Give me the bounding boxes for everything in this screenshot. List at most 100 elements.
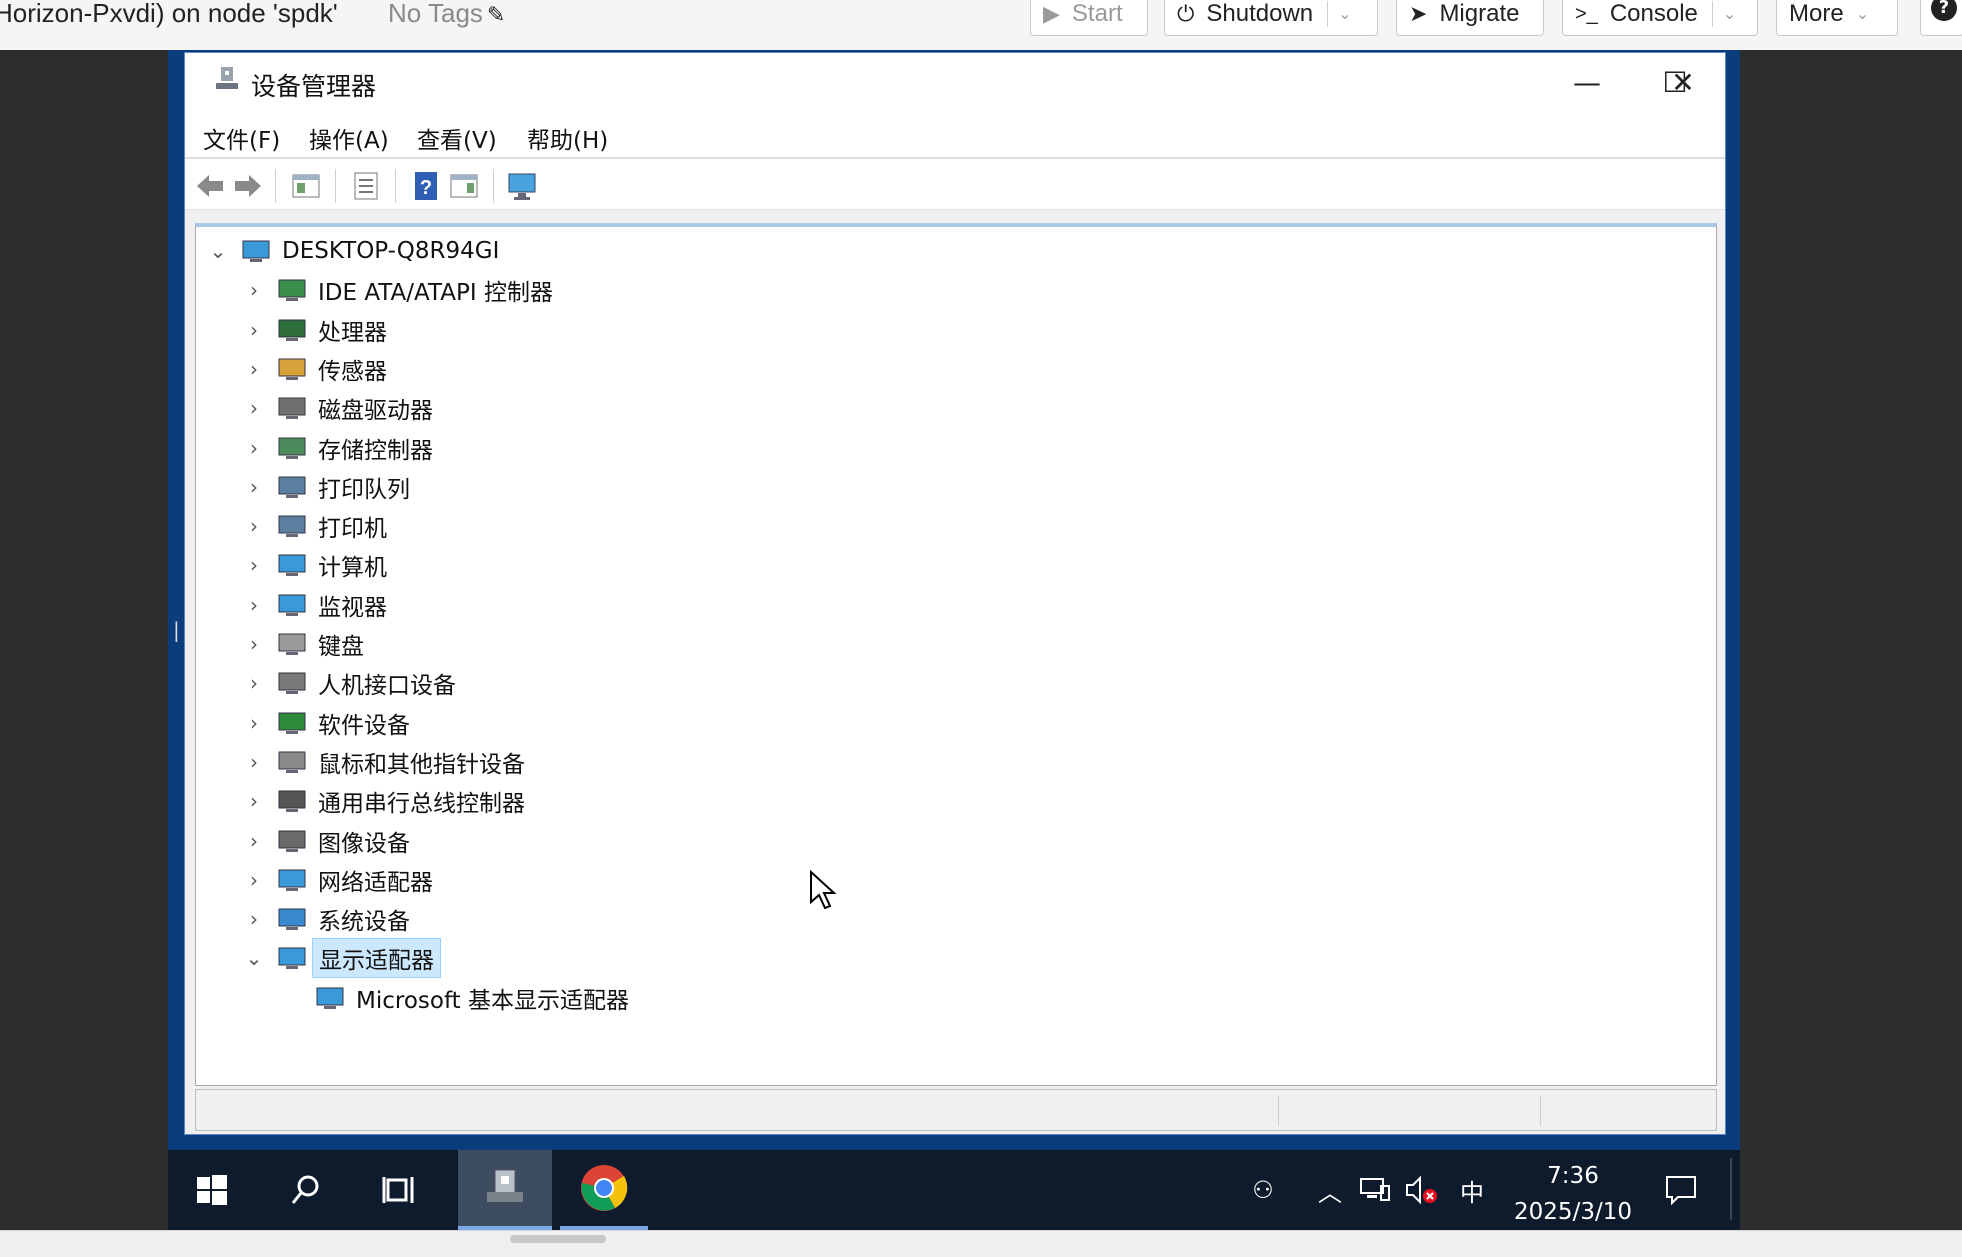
tree-category-node[interactable]: ⌄ 显示适配器 bbox=[240, 938, 441, 979]
menu-view[interactable]: 查看(V) bbox=[417, 121, 497, 155]
tree-category-node[interactable]: › 计算机 bbox=[240, 547, 393, 583]
chevron-right-icon[interactable]: › bbox=[240, 436, 268, 460]
start-menu-button[interactable] bbox=[168, 1150, 256, 1230]
page-scrollbar[interactable] bbox=[0, 1230, 1962, 1257]
title-bar[interactable]: 设备管理器 — ☐ bbox=[185, 53, 1725, 111]
clock[interactable]: 7:36 2025/3/10 bbox=[1508, 1158, 1638, 1230]
back-icon[interactable] bbox=[193, 169, 227, 203]
mouse-cursor-icon bbox=[810, 870, 837, 910]
keyboard-icon bbox=[278, 633, 306, 655]
chevron-down-icon[interactable]: ⌄ bbox=[204, 239, 232, 263]
tree-category-node[interactable]: › 通用串行总线控制器 bbox=[240, 783, 531, 819]
chevron-right-icon[interactable]: › bbox=[240, 357, 268, 381]
minimize-button[interactable]: — bbox=[1543, 53, 1631, 111]
power-icon: ⏻ bbox=[1177, 1, 1195, 26]
tree-category-node[interactable]: › IDE ATA/ATAPI 控制器 bbox=[240, 272, 559, 308]
tree-category-node[interactable]: › 传感器 bbox=[240, 351, 393, 387]
computer-icon bbox=[278, 554, 306, 577]
chrome-taskbar-button[interactable] bbox=[560, 1150, 648, 1230]
chevron-right-icon[interactable]: › bbox=[240, 396, 268, 420]
tree-category-node[interactable]: › 人机接口设备 bbox=[240, 665, 462, 701]
scan-hardware-icon[interactable] bbox=[505, 169, 539, 203]
people-button[interactable]: ⚇ bbox=[1238, 1150, 1288, 1230]
tree-category-node[interactable]: › 键盘 bbox=[240, 626, 370, 662]
device-manager-taskbar-button[interactable] bbox=[458, 1150, 552, 1230]
show-hide-console-tree-icon[interactable] bbox=[289, 169, 323, 203]
chevron-right-icon[interactable]: › bbox=[240, 593, 268, 617]
tree-node-label: 打印机 bbox=[318, 516, 387, 543]
side-handle[interactable]: | bbox=[173, 618, 180, 642]
chevron-right-icon[interactable]: › bbox=[240, 514, 268, 538]
chevron-right-icon[interactable]: › bbox=[240, 475, 268, 499]
help-button[interactable]: ? bbox=[1920, 0, 1962, 36]
status-bar bbox=[195, 1089, 1717, 1131]
start-button[interactable]: ▶ Start bbox=[1030, 0, 1148, 36]
processor-icon bbox=[278, 319, 306, 341]
tree-category-node[interactable]: › 图像设备 bbox=[240, 823, 416, 859]
toolbar: ? bbox=[185, 159, 1725, 210]
chevron-down-icon[interactable]: ⌄ bbox=[240, 946, 268, 970]
network-status-button[interactable] bbox=[1352, 1150, 1398, 1230]
tree-category-node[interactable]: › 网络适配器 bbox=[240, 862, 439, 898]
tags-field[interactable]: No Tags ✎ bbox=[388, 0, 505, 29]
action-pane-icon[interactable] bbox=[447, 169, 481, 203]
vm-desktop[interactable]: | 设备管理器 — ☐ ✕ 文件(F) 操作(A) 查看(V) 帮助(H) ? … bbox=[168, 50, 1740, 1230]
scrollbar-thumb[interactable] bbox=[510, 1235, 606, 1243]
chevron-down-icon[interactable]: ⌄ bbox=[1723, 4, 1736, 24]
show-desktop-button[interactable] bbox=[1730, 1158, 1732, 1220]
volume-button[interactable] bbox=[1400, 1150, 1444, 1230]
tree-device-node[interactable]: Microsoft 基本显示适配器 bbox=[306, 980, 635, 1016]
chevron-right-icon[interactable]: › bbox=[240, 553, 268, 577]
search-button[interactable] bbox=[262, 1150, 350, 1230]
tree-category-node[interactable]: › 打印队列 bbox=[240, 469, 416, 505]
chevron-right-icon[interactable]: › bbox=[240, 907, 268, 931]
tree-category-node[interactable]: › 打印机 bbox=[240, 508, 393, 544]
tree-category-node[interactable]: › 磁盘驱动器 bbox=[240, 390, 439, 426]
system-device-icon bbox=[278, 908, 306, 931]
tree-node-label: 处理器 bbox=[318, 319, 387, 346]
help-icon[interactable]: ? bbox=[409, 169, 443, 203]
tree-category-node[interactable]: › 监视器 bbox=[240, 587, 393, 623]
chevron-down-icon[interactable]: ⌄ bbox=[1338, 4, 1351, 24]
menu-file[interactable]: 文件(F) bbox=[203, 121, 280, 155]
device-tree[interactable]: ⌄ DESKTOP-Q8R94GI › IDE ATA/ATAPI 控制器 › 处理器 › 传… bbox=[195, 223, 1717, 1086]
tree-category-node[interactable]: › 系统设备 bbox=[240, 901, 416, 937]
console-button[interactable]: >_ Console ⌄ bbox=[1562, 0, 1758, 36]
computer-icon bbox=[242, 240, 270, 262]
tree-root-node[interactable]: ⌄ DESKTOP-Q8R94GI bbox=[204, 233, 505, 269]
tree-category-node[interactable]: › 鼠标和其他指针设备 bbox=[240, 744, 531, 780]
show-hidden-icons-button[interactable]: ︿ bbox=[1310, 1150, 1350, 1230]
chevron-right-icon[interactable]: › bbox=[240, 750, 268, 774]
search-icon bbox=[291, 1175, 319, 1204]
chevron-right-icon[interactable]: › bbox=[240, 829, 268, 853]
tree-category-node[interactable]: › 处理器 bbox=[240, 312, 393, 348]
task-view-button[interactable] bbox=[356, 1150, 444, 1230]
chevron-right-icon[interactable]: › bbox=[240, 789, 268, 813]
chevron-right-icon[interactable]: › bbox=[240, 711, 268, 735]
shutdown-button[interactable]: ⏻ Shutdown ⌄ bbox=[1164, 0, 1378, 36]
vm-console[interactable]: | 设备管理器 — ☐ ✕ 文件(F) 操作(A) 查看(V) 帮助(H) ? … bbox=[0, 50, 1962, 1230]
monitor-icon bbox=[278, 594, 306, 616]
more-button[interactable]: More ⌄ bbox=[1776, 0, 1898, 36]
status-divider bbox=[1540, 1096, 1541, 1126]
minimize-icon: — bbox=[1573, 65, 1601, 99]
menu-action[interactable]: 操作(A) bbox=[309, 121, 389, 155]
chevron-right-icon[interactable]: › bbox=[240, 632, 268, 656]
properties-icon[interactable] bbox=[349, 169, 383, 203]
ime-indicator[interactable]: 中 bbox=[1450, 1150, 1494, 1230]
chevron-right-icon[interactable]: › bbox=[240, 671, 268, 695]
close-icon: ✕ bbox=[1671, 65, 1695, 99]
tree-category-node[interactable]: › 存储控制器 bbox=[240, 430, 439, 466]
menu-help[interactable]: 帮助(H) bbox=[527, 121, 608, 155]
close-button[interactable]: ✕ bbox=[1639, 53, 1727, 111]
action-center-button[interactable] bbox=[1656, 1150, 1706, 1230]
chrome-icon bbox=[581, 1165, 628, 1211]
chevron-right-icon[interactable]: › bbox=[240, 278, 268, 302]
migrate-button[interactable]: ➤ Migrate bbox=[1396, 0, 1544, 36]
tree-category-node[interactable]: › 软件设备 bbox=[240, 705, 416, 741]
pencil-icon[interactable]: ✎ bbox=[487, 2, 505, 27]
forward-icon[interactable] bbox=[231, 169, 265, 203]
chevron-right-icon[interactable]: › bbox=[240, 318, 268, 342]
chevron-right-icon[interactable]: › bbox=[240, 868, 268, 892]
usb-icon bbox=[278, 790, 306, 813]
